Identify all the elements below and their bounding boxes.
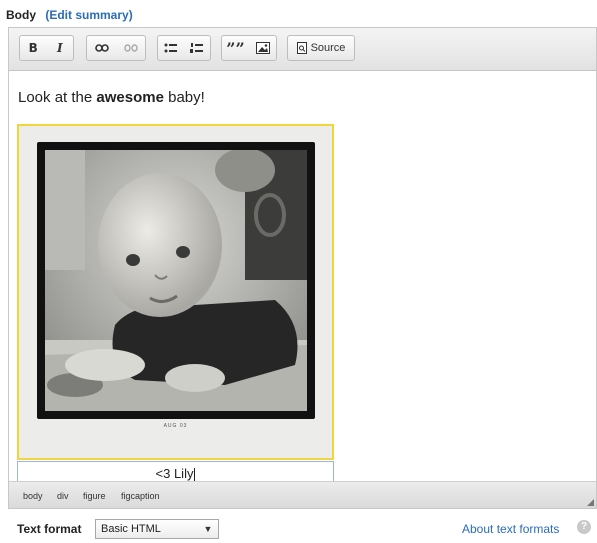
edit-summary-link[interactable]: (Edit summary) — [45, 8, 132, 22]
italic-button[interactable]: I — [47, 36, 74, 60]
paragraph-text-before: Look at the — [18, 89, 97, 106]
text-cursor — [194, 467, 196, 482]
image-icon — [255, 42, 270, 54]
resize-handle[interactable] — [587, 499, 594, 506]
text-format-select[interactable]: Basic HTML ▼ — [95, 519, 219, 539]
caption-text: <3 Lily — [155, 466, 194, 481]
bold-icon: B — [28, 41, 38, 55]
editor-toolbar: B I ”” Source — [9, 28, 596, 71]
unlink-icon — [123, 44, 138, 52]
source-button[interactable]: Source — [288, 36, 354, 60]
baby-photo[interactable] — [45, 150, 307, 411]
help-icon[interactable]: ? — [577, 520, 591, 534]
path-item-body[interactable]: body — [23, 491, 43, 501]
toolbar-group-media: ”” — [221, 35, 277, 61]
editor-content[interactable]: Look at the awesome baby! AUG 03 <3 Lily — [9, 72, 596, 487]
link-icon — [94, 44, 109, 52]
bold-button[interactable]: B — [20, 36, 47, 60]
paragraph-bold-text: awesome — [96, 89, 164, 106]
bulleted-list-button[interactable] — [158, 36, 184, 60]
image-button[interactable] — [249, 36, 276, 60]
image-figure[interactable]: AUG 03 — [17, 124, 334, 460]
bulleted-list-icon — [164, 43, 177, 52]
unlink-button[interactable] — [116, 36, 145, 60]
text-format-label: Text format — [17, 522, 82, 536]
link-button[interactable] — [87, 36, 116, 60]
chevron-down-icon: ▼ — [203, 524, 213, 534]
toolbar-group-basic: B I — [19, 35, 74, 61]
text-format-selected: Basic HTML — [101, 523, 161, 535]
photo-date-stamp: AUG 03 — [163, 423, 188, 429]
rich-text-editor: B I ”” Source Look at the awesome baby! … — [8, 27, 597, 509]
photo-frame — [37, 142, 315, 419]
numbered-list-button[interactable] — [184, 36, 210, 60]
source-icon — [296, 42, 307, 54]
content-paragraph: Look at the awesome baby! — [18, 89, 205, 106]
paragraph-text-after: baby! — [163, 89, 205, 106]
blockquote-icon: ”” — [226, 38, 245, 58]
field-label: Body (Edit summary) — [6, 8, 133, 22]
italic-icon: I — [56, 41, 63, 55]
field-label-text: Body — [6, 8, 36, 22]
path-item-figure[interactable]: figure — [83, 491, 106, 501]
numbered-list-icon — [190, 42, 203, 53]
text-format-row: Text format Basic HTML ▼ About text form… — [0, 510, 597, 543]
source-label: Source — [310, 42, 346, 54]
toolbar-group-source: Source — [287, 35, 355, 61]
about-text-formats-link[interactable]: About text formats — [462, 522, 559, 536]
path-item-figcaption[interactable]: figcaption — [121, 491, 160, 501]
blockquote-button[interactable]: ”” — [222, 36, 249, 60]
toolbar-group-links — [86, 35, 146, 61]
toolbar-group-lists — [157, 35, 211, 61]
path-item-div[interactable]: div — [57, 491, 69, 501]
element-path-bar: body div figure figcaption — [9, 481, 596, 508]
